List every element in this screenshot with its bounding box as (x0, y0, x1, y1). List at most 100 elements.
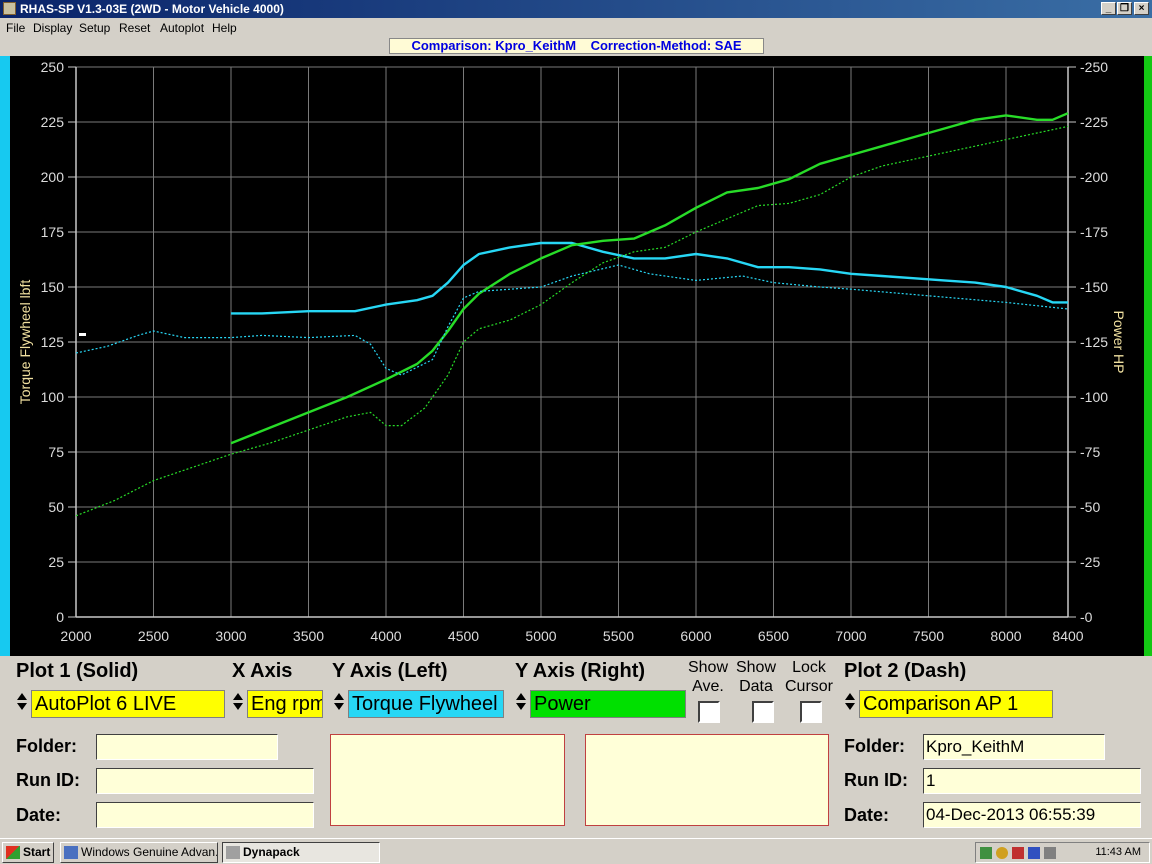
plot1-notes-box[interactable] (330, 734, 565, 826)
plot2-select[interactable]: Comparison AP 1 (859, 690, 1053, 718)
plot2-folder-field[interactable]: Kpro_KeithM (923, 734, 1105, 760)
y-left-tick-label: 0 (56, 609, 64, 625)
show-ave-checkbox[interactable] (698, 701, 720, 723)
xaxis-select[interactable]: Eng rpm (247, 690, 323, 718)
y-left-tick-label: 150 (41, 279, 65, 295)
plot2-header: Plot 2 (Dash) (844, 660, 967, 682)
x-tick-label: 4000 (370, 628, 401, 644)
y-right-tick-label: -125 (1080, 334, 1108, 350)
menu-setup[interactable]: Setup (79, 21, 110, 35)
task-dynapack[interactable]: Dynapack (222, 842, 380, 863)
comparison-status: Comparison: Kpro_KeithM Correction-Metho… (389, 38, 764, 54)
menu-help[interactable]: Help (212, 21, 237, 35)
taskbar: Start Windows Genuine Advan... Dynapack … (0, 838, 1152, 864)
menu-bar: File Display Setup Reset Autoplot Help (0, 18, 1152, 38)
y-right-tick-label: -50 (1080, 499, 1100, 515)
volume-icon[interactable] (1044, 847, 1056, 859)
network-icon[interactable] (980, 847, 992, 859)
yaxis-left-select[interactable]: Torque Flywheel (348, 690, 504, 718)
menu-autoplot[interactable]: Autoplot (160, 21, 204, 35)
window-title: RHAS-SP V1.3-03E (2WD - Motor Vehicle 40… (20, 2, 284, 16)
minimize-button[interactable]: _ (1101, 2, 1116, 15)
plot1-spinner[interactable] (14, 690, 30, 720)
clock: 11:43 AM (1095, 846, 1141, 858)
plot1-date-label: Date: (16, 805, 62, 825)
plot2-runid-field[interactable]: 1 (923, 768, 1141, 794)
y-right-tick-label: -225 (1080, 114, 1108, 130)
start-label: Start (23, 845, 51, 859)
plot1-folder-label: Folder: (16, 736, 77, 756)
power-solid-series-line (230, 112, 1069, 445)
y-right-tick-label: -75 (1080, 444, 1100, 460)
y-right-axis-label: Power HP (1111, 310, 1127, 373)
y-right-tick-label: -175 (1080, 224, 1108, 240)
x-tick-label: 2500 (138, 628, 169, 644)
y-left-tick-label: 100 (41, 389, 65, 405)
yaxis-right-header: Y Axis (Right) (515, 660, 646, 682)
app-icon (3, 2, 16, 15)
x-tick-label: 6500 (758, 628, 789, 644)
security-shield-icon[interactable] (996, 847, 1008, 859)
plot2-spinner[interactable] (842, 690, 858, 720)
x-tick-label: 7000 (835, 628, 866, 644)
x-tick-label: 5500 (603, 628, 634, 644)
media-icon[interactable] (1028, 847, 1040, 859)
yaxis-right-spinner[interactable] (513, 690, 529, 720)
plot2-date-field[interactable]: 04-Dec-2013 06:55:39 (923, 802, 1141, 828)
task-label: Dynapack (243, 845, 300, 859)
x-tick-label: 7500 (913, 628, 944, 644)
dyno-chart[interactable]: 2000 2500 3000 3500 4000 4500 5000 5500 6000 6500… (0, 56, 1152, 656)
chart-svg[interactable]: 2000 2500 3000 3500 4000 4500 5000 5500 6000 6500… (0, 56, 1152, 656)
x-tick-label: 3500 (293, 628, 324, 644)
x-tick-label: 6000 (680, 628, 711, 644)
plot1-runid-field[interactable] (96, 768, 314, 794)
lock-cursor-label: Lock Cursor (784, 659, 833, 695)
x-tick-label: 4500 (448, 628, 479, 644)
control-panel: Plot 1 (Solid) X Axis Y Axis (Left) Y Ax… (0, 656, 1152, 838)
menu-display[interactable]: Display (33, 21, 72, 35)
plot1-header: Plot 1 (Solid) (16, 660, 139, 682)
close-button[interactable]: × (1134, 2, 1149, 15)
plot2-runid-label: Run ID: (844, 770, 908, 790)
menu-file[interactable]: File (6, 21, 25, 35)
y-right-tick-label: -150 (1080, 279, 1108, 295)
x-tick-label: 3000 (215, 628, 246, 644)
yaxis-left-spinner[interactable] (331, 690, 347, 720)
x-tick-label: 8000 (990, 628, 1021, 644)
plot1-runid-label: Run ID: (16, 770, 80, 790)
y-right-tick-label: -100 (1080, 389, 1108, 405)
alert-icon[interactable] (1012, 847, 1024, 859)
plot1-date-field[interactable] (96, 802, 314, 828)
y-right-tick-label: -0 (1080, 609, 1093, 625)
task-label: Windows Genuine Advan... (81, 845, 218, 859)
y-left-tick-label: 200 (41, 169, 65, 185)
maximize-button[interactable]: ❐ (1117, 2, 1132, 15)
lock-cursor-checkbox[interactable] (800, 701, 822, 723)
plot1-select[interactable]: AutoPlot 6 LIVE (31, 690, 225, 718)
xaxis-spinner[interactable] (230, 690, 246, 720)
start-button[interactable]: Start (2, 842, 54, 863)
y-left-tick-label: 225 (41, 114, 65, 130)
system-tray: 11:43 AM (975, 842, 1150, 863)
torque-solid-series-line (231, 241, 1068, 315)
yaxis-right-select[interactable]: Power (530, 690, 686, 718)
dynapack-app-icon (226, 846, 240, 859)
windows-logo-icon (6, 846, 20, 859)
y-left-tick-label: 25 (48, 554, 64, 570)
x-tick-label: 8400 (1052, 628, 1083, 644)
show-ave-label: Show Ave. (687, 659, 729, 695)
plot1-folder-field[interactable] (96, 734, 278, 760)
show-data-checkbox[interactable] (752, 701, 774, 723)
title-bar: RHAS-SP V1.3-03E (2WD - Motor Vehicle 40… (0, 0, 1152, 18)
plot2-folder-label: Folder: (844, 736, 905, 756)
x-tick-label: 2000 (60, 628, 91, 644)
torque-dashed-series-line (75, 264, 1069, 376)
y-left-tick-label: 125 (41, 334, 65, 350)
plot2-notes-box[interactable] (585, 734, 829, 826)
y-left-tick-label: 50 (48, 499, 64, 515)
task-windows-genuine[interactable]: Windows Genuine Advan... (60, 842, 218, 863)
x-tick-label: 5000 (525, 628, 556, 644)
y-left-tick-label: 175 (41, 224, 65, 240)
y-left-axis-label: Torque Flywheel lbft (17, 280, 33, 405)
menu-reset[interactable]: Reset (119, 21, 150, 35)
